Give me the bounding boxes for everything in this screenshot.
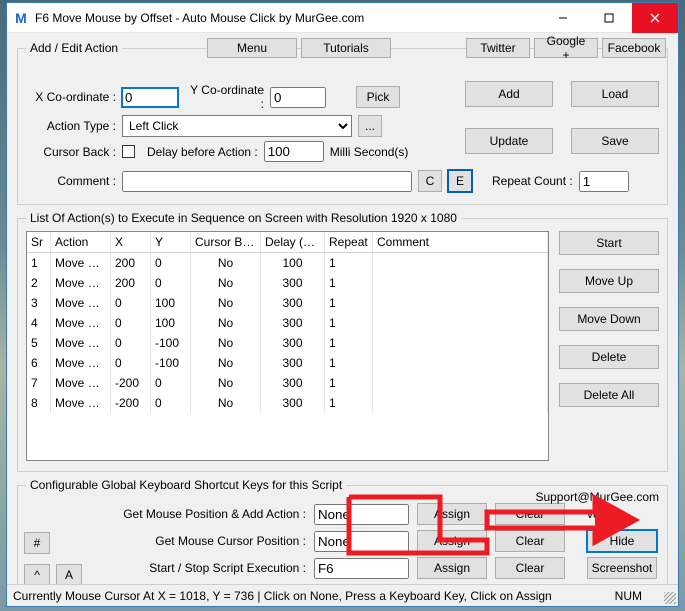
shortcuts-legend: Configurable Global Keyboard Shortcut Ke…	[26, 478, 346, 492]
x-coord-input[interactable]	[122, 88, 178, 107]
status-bar: Currently Mouse Cursor At X = 1018, Y = …	[7, 584, 678, 606]
table-row[interactable]: 7Move M...-2000No3001	[27, 373, 548, 393]
action-type-select[interactable]: Left Click	[122, 115, 352, 137]
deleteall-button[interactable]: Delete All	[559, 383, 659, 407]
numlock-indicator: NUM	[615, 589, 642, 603]
cursor-back-checkbox[interactable]	[122, 145, 135, 158]
hide-button[interactable]: Hide	[587, 530, 657, 552]
delete-button[interactable]: Delete	[559, 345, 659, 369]
sc1-input[interactable]	[314, 504, 409, 525]
a-button[interactable]: A	[56, 564, 82, 586]
close-button[interactable]	[632, 3, 678, 33]
table-row[interactable]: 5Move M...0-100No3001	[27, 333, 548, 353]
sc3-input[interactable]	[314, 558, 409, 579]
grid-header: Sr Action X Y Cursor Back Delay (ms) Rep…	[27, 232, 548, 253]
sc1-label: Get Mouse Position & Add Action :	[26, 507, 306, 521]
update-button[interactable]: Update	[465, 128, 553, 154]
y-coord-input[interactable]	[270, 87, 326, 108]
table-row[interactable]: 1Move M...2000No1001	[27, 253, 548, 273]
tutorials-button[interactable]: Tutorials	[301, 38, 391, 58]
pick-button[interactable]: Pick	[356, 86, 400, 108]
comment-input[interactable]	[122, 171, 412, 192]
sc2-input[interactable]	[314, 531, 409, 552]
table-row[interactable]: 6Move M...0-100No3001	[27, 353, 548, 373]
e-button[interactable]: E	[448, 170, 472, 192]
add-button[interactable]: Add	[465, 81, 553, 107]
twitter-button[interactable]: Twitter	[466, 38, 530, 58]
ms-label: Milli Second(s)	[330, 145, 409, 159]
comment-label: Comment :	[26, 174, 116, 188]
action-type-more-button[interactable]: ...	[358, 115, 382, 137]
movedown-button[interactable]: Move Down	[559, 307, 659, 331]
repeat-input[interactable]	[579, 171, 629, 192]
hash-button[interactable]: #	[24, 532, 50, 554]
action-list-group: List Of Action(s) to Execute in Sequence…	[17, 211, 668, 472]
maximize-button[interactable]	[586, 3, 632, 33]
app-window: M F6 Move Mouse by Offset - Auto Mouse C…	[6, 2, 679, 607]
sc1-clear[interactable]: Clear	[495, 503, 565, 525]
sc2-label: Get Mouse Cursor Position :	[26, 534, 306, 548]
c-button[interactable]: C	[418, 170, 442, 192]
sc2-clear[interactable]: Clear	[495, 530, 565, 552]
sc3-clear[interactable]: Clear	[495, 557, 565, 579]
action-type-label: Action Type :	[26, 119, 116, 133]
sc2-assign[interactable]: Assign	[417, 530, 487, 552]
app-icon: M	[13, 10, 29, 26]
facebook-button[interactable]: Facebook	[602, 38, 666, 58]
support-link[interactable]: Support@MurGee.com	[535, 490, 659, 504]
action-list-legend: List Of Action(s) to Execute in Sequence…	[26, 211, 461, 225]
menu-button[interactable]: Menu	[207, 38, 297, 58]
sc1-assign[interactable]: Assign	[417, 503, 487, 525]
y-coord-label: Y Co-ordinate :	[184, 83, 264, 111]
action-grid[interactable]: Sr Action X Y Cursor Back Delay (ms) Rep…	[26, 231, 549, 461]
screenshot-button[interactable]: Screenshot	[587, 557, 657, 579]
save-button[interactable]: Save	[571, 128, 659, 154]
table-row[interactable]: 2Move M...2000No3001	[27, 273, 548, 293]
status-text: Currently Mouse Cursor At X = 1018, Y = …	[13, 589, 552, 603]
x-coord-label: X Co-ordinate :	[26, 90, 116, 104]
delay-label: Delay before Action :	[147, 145, 258, 159]
add-edit-legend: Add / Edit Action	[26, 41, 122, 55]
load-button[interactable]: Load	[571, 81, 659, 107]
delay-input[interactable]	[264, 141, 324, 162]
moveup-button[interactable]: Move Up	[559, 269, 659, 293]
titlebar[interactable]: M F6 Move Mouse by Offset - Auto Mouse C…	[7, 3, 678, 33]
resize-grip-icon[interactable]	[664, 592, 676, 604]
caret-button[interactable]: ^	[24, 564, 50, 586]
sc3-assign[interactable]: Assign	[417, 557, 487, 579]
shortcuts-group: Configurable Global Keyboard Shortcut Ke…	[17, 478, 668, 593]
googleplus-button[interactable]: Google +	[534, 38, 598, 58]
version-label: v80.1	[587, 507, 616, 521]
start-button[interactable]: Start	[559, 231, 659, 255]
add-edit-group: Add / Edit Action Menu Tutorials Twitter…	[17, 41, 668, 205]
window-title: F6 Move Mouse by Offset - Auto Mouse Cli…	[35, 11, 540, 25]
cursor-back-label: Cursor Back :	[26, 145, 116, 159]
minimize-button[interactable]	[540, 3, 586, 33]
table-row[interactable]: 8Move M...-2000No3001	[27, 393, 548, 413]
table-row[interactable]: 4Move M...0100No3001	[27, 313, 548, 333]
table-row[interactable]: 3Move M...0100No3001	[27, 293, 548, 313]
repeat-label: Repeat Count :	[492, 174, 573, 188]
